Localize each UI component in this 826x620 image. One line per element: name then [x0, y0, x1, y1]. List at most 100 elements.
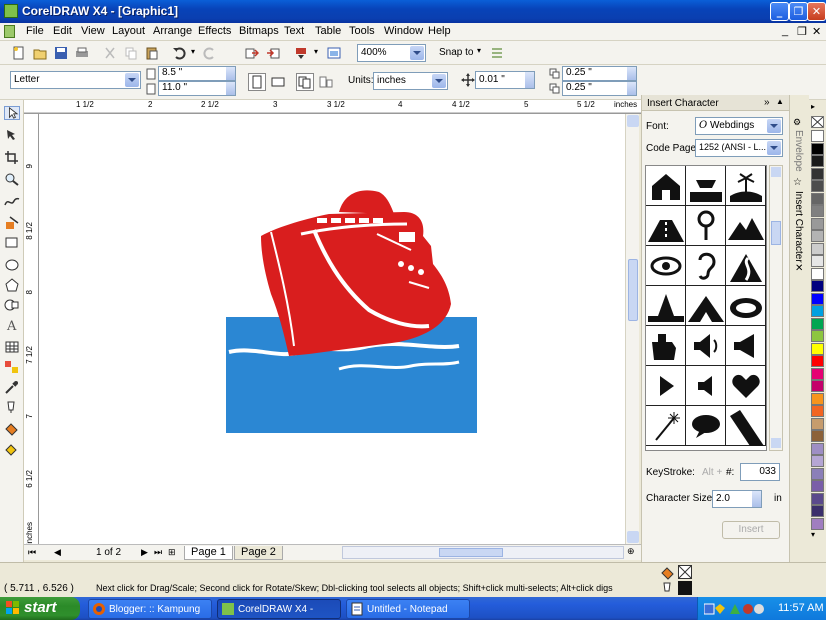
- export-icon[interactable]: [266, 46, 280, 60]
- rectangle-tool-icon[interactable]: [4, 236, 20, 250]
- coreldraw-app-icon[interactable]: [4, 4, 18, 18]
- color-swatch[interactable]: [811, 255, 824, 267]
- glyph-cell[interactable]: [726, 406, 766, 446]
- color-swatch[interactable]: [811, 517, 824, 530]
- color-swatch[interactable]: [811, 480, 824, 492]
- color-swatch[interactable]: [811, 355, 824, 367]
- glyph-cell[interactable]: [646, 326, 686, 366]
- chevron-down-icon[interactable]: [767, 119, 781, 133]
- menu-window[interactable]: Window: [384, 25, 423, 37]
- polygon-tool-icon[interactable]: [4, 278, 20, 292]
- color-swatch[interactable]: [811, 455, 824, 467]
- ship-illustration[interactable]: [39, 114, 625, 544]
- docker-collapse-button[interactable]: ▲: [776, 97, 784, 106]
- menu-effects[interactable]: Effects: [198, 25, 231, 37]
- menu-edit[interactable]: Edit: [53, 25, 72, 37]
- paste-icon[interactable]: [145, 46, 159, 60]
- color-swatch[interactable]: [811, 292, 824, 305]
- color-swatch[interactable]: [811, 430, 824, 442]
- color-swatch[interactable]: [811, 505, 824, 517]
- duplicate-distance-x-field[interactable]: 0.25 ": [562, 66, 637, 81]
- color-swatch[interactable]: [811, 392, 824, 405]
- options-icon[interactable]: [490, 46, 504, 60]
- scroll-down-button[interactable]: [771, 438, 781, 448]
- glyph-cell[interactable]: [646, 246, 686, 286]
- minimize-button[interactable]: _: [770, 2, 789, 21]
- menu-help[interactable]: Help: [428, 25, 451, 37]
- glyph-cell[interactable]: [726, 206, 766, 246]
- color-swatch[interactable]: [811, 167, 824, 180]
- scroll-thumb[interactable]: [628, 259, 638, 321]
- dup-y-spinner[interactable]: [627, 82, 636, 95]
- glyph-cell[interactable]: [646, 366, 686, 406]
- nudge-spinner[interactable]: [525, 72, 534, 88]
- landscape-icon[interactable]: [269, 73, 287, 91]
- scroll-thumb[interactable]: [771, 221, 781, 245]
- start-button[interactable]: start: [0, 597, 80, 620]
- vertical-ruler[interactable]: 9 8 1/2 8 7 1/2 7 6 1/2 inches: [24, 114, 39, 546]
- import-icon[interactable]: [245, 46, 259, 60]
- welcome-screen-icon[interactable]: [327, 46, 341, 60]
- horizontal-scroll-thumb[interactable]: [439, 548, 503, 557]
- nudge-distance-field[interactable]: 0.01 ": [475, 71, 535, 89]
- glyph-cell[interactable]: [686, 286, 726, 326]
- text-tool-icon[interactable]: A: [4, 318, 20, 332]
- color-swatch[interactable]: [811, 217, 824, 230]
- color-swatch[interactable]: [811, 342, 824, 355]
- units-combo[interactable]: inches: [373, 72, 448, 90]
- color-swatch[interactable]: [811, 492, 824, 505]
- close-docker-icon[interactable]: ✕: [795, 263, 803, 274]
- palette-scroll-down-button[interactable]: ▾: [811, 530, 824, 542]
- glyph-cell[interactable]: [726, 166, 766, 206]
- color-swatch[interactable]: [811, 267, 824, 280]
- zoom-tool-icon[interactable]: [4, 172, 20, 186]
- glyph-cell[interactable]: [686, 406, 726, 446]
- undo-dropdown[interactable]: ▾: [191, 47, 195, 56]
- glyph-cell[interactable]: [646, 406, 686, 446]
- doc-minimize-button[interactable]: _: [782, 25, 788, 37]
- undo-icon[interactable]: [172, 46, 186, 60]
- font-combo[interactable]: O Webdings: [695, 117, 783, 135]
- new-icon[interactable]: [12, 46, 26, 60]
- color-swatch[interactable]: [811, 317, 824, 330]
- crop-tool-icon[interactable]: [4, 150, 20, 164]
- menu-tools[interactable]: Tools: [349, 25, 375, 37]
- color-swatch[interactable]: [811, 230, 824, 242]
- document-icon[interactable]: [4, 25, 15, 38]
- glyph-cell[interactable]: [726, 286, 766, 326]
- snap-to-dropdown[interactable]: ▾: [477, 46, 481, 55]
- doc-close-button[interactable]: ✕: [812, 25, 821, 38]
- color-swatch[interactable]: [811, 467, 824, 480]
- snap-to-button[interactable]: Snap to: [439, 47, 473, 58]
- outline-color-swatch[interactable]: [678, 581, 692, 595]
- color-swatch[interactable]: [811, 367, 824, 380]
- menu-arrange[interactable]: Arrange: [153, 25, 192, 37]
- dup-x-spinner[interactable]: [627, 67, 636, 80]
- color-swatch[interactable]: [811, 242, 824, 255]
- character-size-field[interactable]: 2.0: [712, 490, 762, 508]
- smart-fill-tool-icon[interactable]: [4, 216, 20, 230]
- no-color-swatch[interactable]: [811, 116, 824, 128]
- glyph-cell[interactable]: [726, 326, 766, 366]
- interactive-blend-tool-icon[interactable]: [4, 360, 20, 374]
- character-size-spinner[interactable]: [752, 491, 761, 507]
- navigator-icon[interactable]: ⊕: [627, 546, 635, 557]
- freehand-tool-icon[interactable]: [4, 194, 20, 208]
- docker-expand-button[interactable]: »: [764, 97, 770, 108]
- horizontal-scrollbar[interactable]: [342, 546, 624, 559]
- color-swatch[interactable]: [811, 180, 824, 192]
- outline-tool-icon[interactable]: [4, 400, 20, 414]
- launcher-dropdown[interactable]: ▾: [314, 47, 318, 56]
- page-height-field[interactable]: 11.0 ": [158, 81, 236, 96]
- codepage-combo[interactable]: 1252 (ANSI - L...: [695, 139, 783, 157]
- glyph-cell[interactable]: [646, 166, 686, 206]
- menu-bitmaps[interactable]: Bitmaps: [239, 25, 279, 37]
- horizontal-ruler[interactable]: 1 1/2 2 2 1/2 3 3 1/2 4 4 1/2 5 5 1/2 in…: [24, 100, 641, 114]
- table-tool-icon[interactable]: [4, 340, 20, 354]
- glyph-cell[interactable]: [646, 286, 686, 326]
- color-swatch[interactable]: [811, 192, 824, 205]
- color-swatch[interactable]: [811, 330, 824, 342]
- page-tab-1[interactable]: Page 1: [184, 546, 233, 560]
- scroll-up-button[interactable]: [771, 167, 781, 177]
- menu-table[interactable]: Table: [315, 25, 341, 37]
